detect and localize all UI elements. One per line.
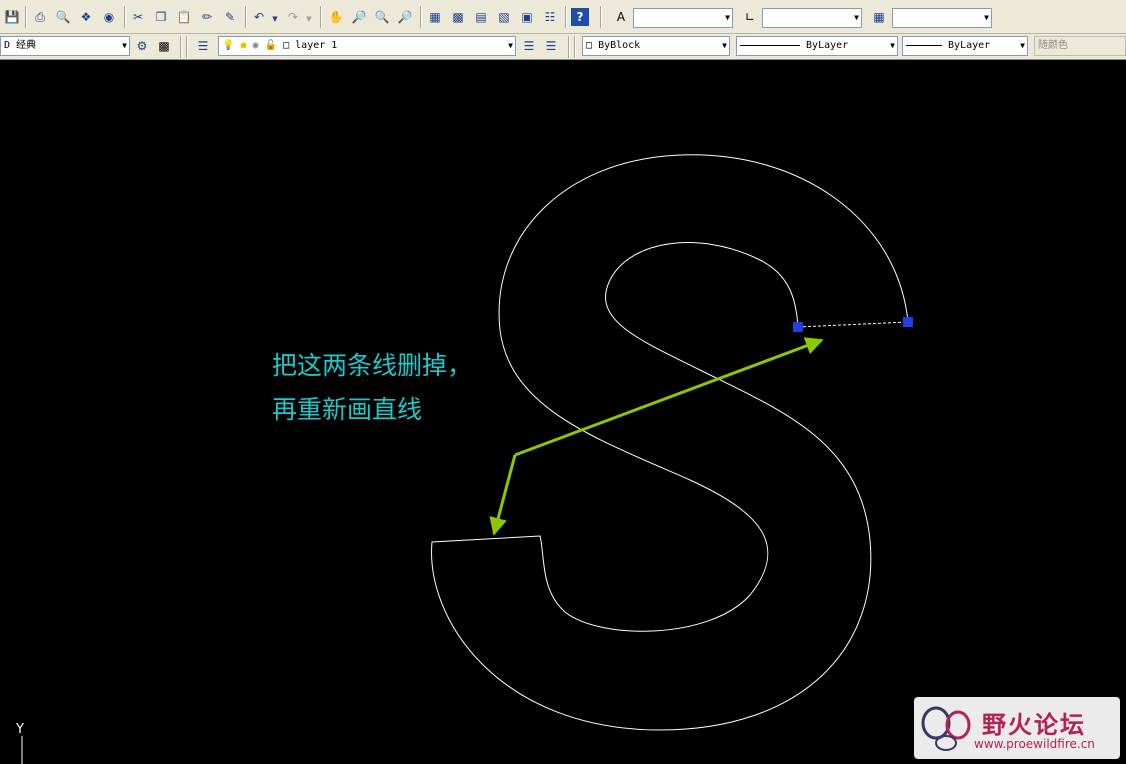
annotation-line-1: 把这两条线删掉， (272, 351, 473, 380)
arrow-to-top-line (514, 337, 824, 457)
arrow-to-bottom-line (489, 454, 517, 536)
grip-left[interactable] (793, 322, 803, 332)
butterfly-logo-icon (921, 706, 971, 751)
watermark-url: www.proewildfire.cn (974, 737, 1095, 751)
watermark: 野火论坛 www.proewildfire.cn (914, 697, 1120, 759)
watermark-title: 野火论坛 (982, 711, 1086, 739)
ucs-y-label: Y (16, 722, 24, 737)
drawing-svg (21, 154, 913, 764)
grip-right[interactable] (903, 317, 913, 327)
selected-line[interactable] (797, 321, 909, 328)
annotation-line-2: 再重新画直线 (272, 395, 423, 424)
s-letter-outline[interactable] (431, 154, 909, 731)
